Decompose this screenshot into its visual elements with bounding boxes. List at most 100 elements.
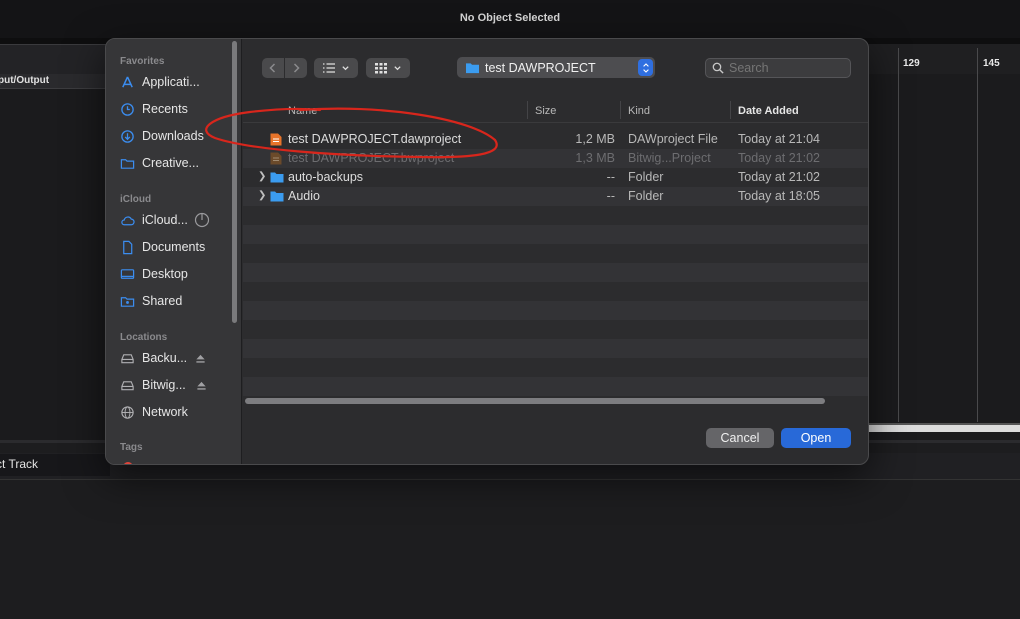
file-size: --: [606, 170, 615, 184]
chevron-right-icon: [293, 63, 300, 73]
file-row[interactable]: test DAWPROJECT.dawproject 1,2 MB DAWpro…: [243, 130, 868, 149]
download-icon: [120, 129, 135, 144]
sidebar-item-desktop[interactable]: Desktop: [120, 263, 232, 285]
sidebar-item-label: Applicati...: [142, 75, 200, 89]
io-column-header: put/Output: [0, 74, 110, 89]
column-name-header[interactable]: Name: [288, 105, 317, 117]
sidebar-section-favorites: Favorites: [120, 56, 165, 67]
empty-row: [243, 301, 868, 320]
column-divider[interactable]: [620, 101, 621, 119]
app-title: No Object Selected: [459, 12, 561, 24]
ruler-line: [898, 48, 899, 422]
column-kind-header[interactable]: Kind: [628, 105, 650, 117]
grid-icon: [375, 63, 387, 74]
folder-row[interactable]: ❯ Audio -- Folder Today at 18:05: [243, 187, 868, 206]
sidebar-item-label: Documents: [142, 240, 206, 254]
file-size: --: [606, 189, 615, 203]
sidebar-item-backup-drive[interactable]: Backu...: [120, 347, 232, 369]
file-kind: Folder: [628, 189, 664, 203]
sidebar-section-tags: Tags: [120, 442, 143, 453]
ruler-number: 145: [983, 58, 1000, 69]
column-divider[interactable]: [527, 101, 528, 119]
sidebar-item-label: Network: [142, 405, 188, 419]
file-list: Name Size Kind Date Added test DAWPROJEC…: [243, 97, 868, 407]
folder-row[interactable]: ❯ auto-backups -- Folder Today at 21:02: [243, 168, 868, 187]
sidebar-item-label: iCloud...: [142, 213, 188, 227]
up-down-chevron-icon: [638, 59, 653, 76]
file-name: test DAWPROJECT.dawproject: [288, 132, 462, 146]
horizontal-scrollbar[interactable]: [868, 423, 1020, 432]
sidebar-item-shared[interactable]: Shared: [120, 290, 232, 312]
eject-icon[interactable]: [196, 380, 207, 391]
forward-button[interactable]: [285, 58, 307, 78]
io-header-label: put/Output: [0, 75, 50, 86]
empty-row: [243, 225, 868, 244]
sidebar-item-label: Creative...: [142, 156, 199, 170]
sidebar-section-icloud: iCloud: [120, 194, 152, 205]
desktop-icon: [120, 267, 135, 282]
dawproject-file-icon: [270, 133, 282, 146]
back-button[interactable]: [262, 58, 284, 78]
column-header: Name Size Kind Date Added: [243, 97, 868, 123]
tag-red[interactable]: [123, 462, 133, 464]
folder-icon: [270, 172, 284, 183]
empty-row: [243, 377, 868, 396]
sidebar-item-documents[interactable]: Documents: [120, 236, 232, 258]
file-date: Today at 18:05: [738, 189, 821, 203]
cancel-button[interactable]: Cancel: [706, 428, 774, 448]
sidebar-item-label: Bitwig...: [142, 378, 186, 392]
file-name: test DAWPROJECT.bwproject: [288, 151, 455, 165]
tag-dot-icon: [123, 462, 133, 464]
list-view-button[interactable]: [314, 58, 358, 78]
sidebar-item-applications[interactable]: Applicati...: [120, 71, 232, 93]
folder-icon: [270, 191, 284, 202]
sidebar-item-recents[interactable]: Recents: [120, 98, 232, 120]
globe-icon: [120, 405, 135, 420]
search-field[interactable]: [705, 58, 851, 78]
sync-progress-icon: [194, 212, 210, 228]
file-kind: DAWproject File: [628, 132, 718, 146]
list-icon: [323, 63, 335, 73]
bitwig-file-icon: [270, 152, 282, 165]
file-name: Audio: [288, 189, 320, 203]
sidebar-item-network[interactable]: Network: [120, 401, 232, 423]
ruler-line: [977, 48, 978, 422]
location-popup[interactable]: test DAWPROJECT: [457, 57, 655, 78]
empty-row: [243, 339, 868, 358]
file-row[interactable]: test DAWPROJECT.bwproject 1,3 MB Bitwig.…: [243, 149, 868, 168]
empty-row: [243, 206, 868, 225]
search-input[interactable]: [729, 61, 839, 75]
empty-row: [243, 263, 868, 282]
eject-icon[interactable]: [195, 353, 206, 364]
empty-row: [243, 282, 868, 301]
sidebar-item-label: Backu...: [142, 351, 188, 365]
disclosure-triangle-icon[interactable]: ❯: [258, 190, 266, 201]
file-size: 1,2 MB: [575, 132, 615, 146]
open-button[interactable]: Open: [781, 428, 851, 448]
empty-row: [243, 320, 868, 339]
location-label: test DAWPROJECT: [485, 60, 596, 75]
clock-icon: [120, 102, 135, 117]
file-date: Today at 21:02: [738, 170, 821, 184]
open-file-dialog: Favorites Applicati... Recents Downloads…: [105, 38, 869, 465]
shared-folder-icon: [120, 294, 135, 309]
sidebar-item-icloud-drive[interactable]: iCloud...: [120, 209, 232, 231]
file-size: 1,3 MB: [575, 151, 615, 165]
disclosure-triangle-icon[interactable]: ❯: [258, 171, 266, 182]
applications-icon: [120, 75, 135, 90]
sidebar-item-creative[interactable]: Creative...: [120, 152, 232, 174]
file-list-scrollbar[interactable]: [245, 398, 825, 404]
sidebar-item-label: Downloads: [142, 129, 204, 143]
column-date-header[interactable]: Date Added: [738, 105, 799, 117]
track-label: ct Track: [0, 457, 39, 471]
column-size-header[interactable]: Size: [535, 105, 556, 117]
chevron-down-icon: [394, 66, 401, 71]
sidebar-section-locations: Locations: [120, 332, 168, 343]
sidebar-item-downloads[interactable]: Downloads: [120, 125, 232, 147]
sidebar-item-bitwig-drive[interactable]: Bitwig...: [120, 374, 232, 396]
empty-row: [243, 358, 868, 377]
grid-view-button[interactable]: [366, 58, 410, 78]
sidebar-item-label: Desktop: [142, 267, 188, 281]
sidebar-scrollbar[interactable]: [232, 41, 237, 323]
column-divider[interactable]: [730, 101, 731, 119]
